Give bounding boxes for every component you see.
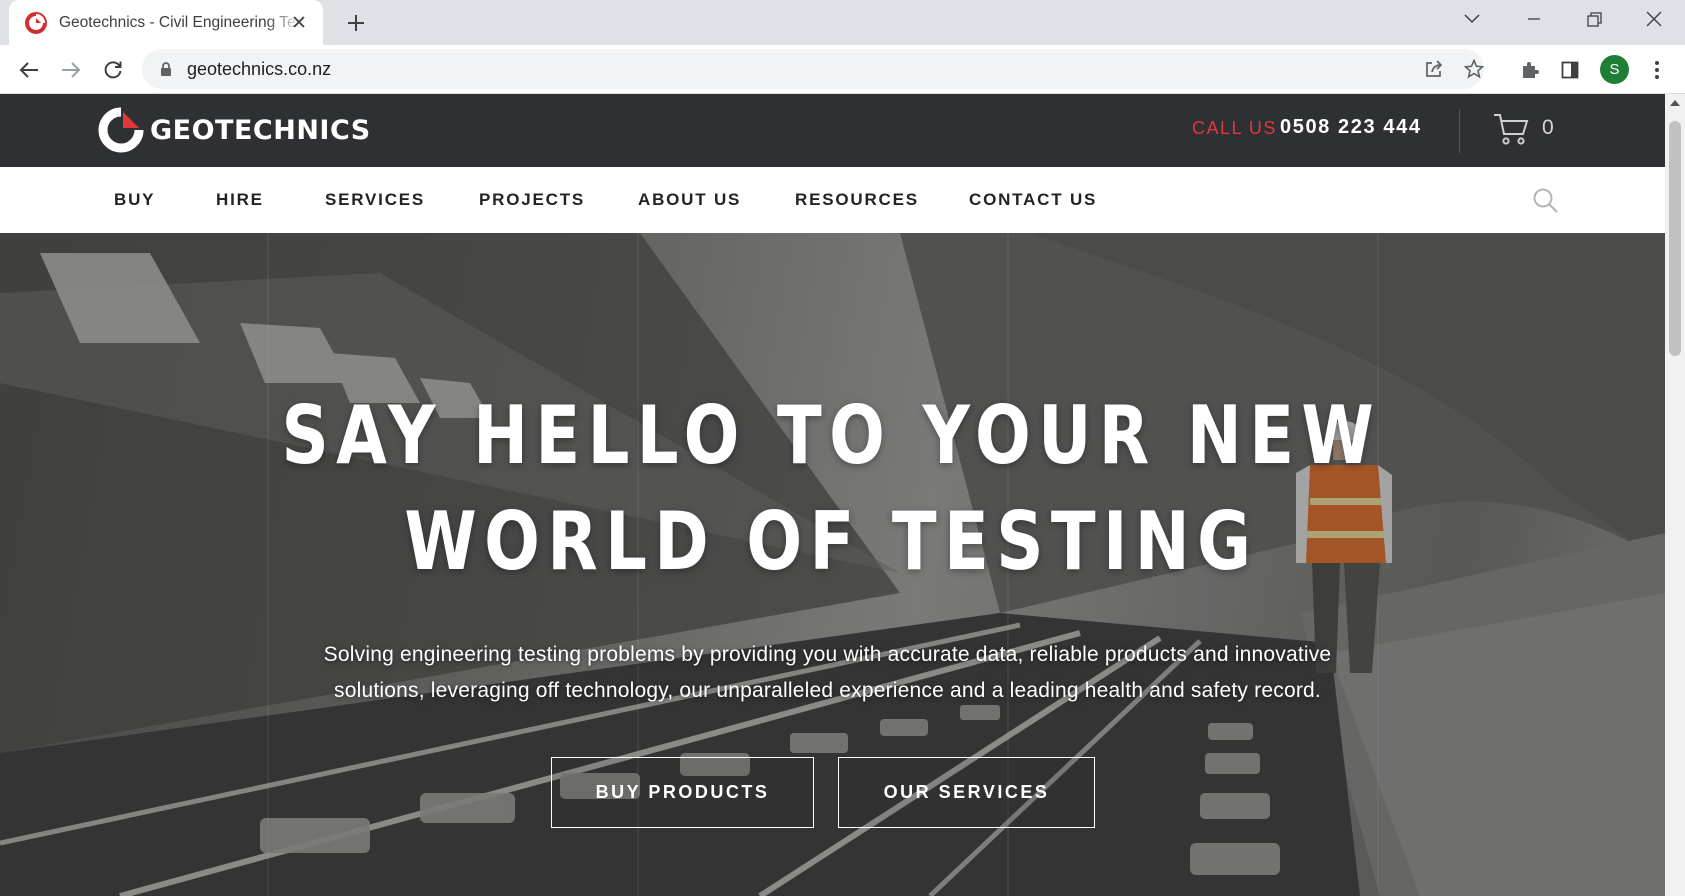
url-text[interactable]: geotechnics.co.nz [187, 59, 331, 80]
site-logo[interactable]: GEOTECHNICS [98, 106, 371, 154]
side-panel-icon[interactable] [1555, 55, 1585, 85]
search-icon[interactable] [1532, 187, 1559, 214]
nav-item-hire[interactable]: HIRE [216, 190, 264, 210]
cart-count[interactable]: 0 [1542, 116, 1554, 140]
hero-subtitle-line-1: Solving engineering testing problems by … [323, 643, 1332, 666]
puzzle-icon[interactable] [1515, 55, 1545, 85]
hero-title: SAY HELLO TO YOUR NEW WORLD OF TESTING [149, 383, 1514, 595]
forward-arrow-icon[interactable] [56, 55, 86, 85]
nav-item-contact-us[interactable]: CONTACT US [969, 190, 1097, 210]
back-arrow-icon[interactable] [14, 55, 44, 85]
chevron-down-icon[interactable] [1456, 6, 1488, 32]
tab-title: Geotechnics - Civil Engineering Testing [59, 13, 303, 31]
address-bar[interactable]: geotechnics.co.nz [142, 49, 1484, 89]
cart-icon[interactable] [1493, 112, 1529, 146]
browser-toolbar: geotechnics.co.nz S [0, 45, 1685, 94]
nav-item-resources[interactable]: RESOURCES [795, 190, 919, 210]
page-viewport: GEOTECHNICS CALL US 0508 223 444 0 BUY H… [0, 94, 1665, 896]
main-nav: BUY HIRE SERVICES PROJECTS ABOUT US RESO… [0, 167, 1665, 233]
nav-item-services[interactable]: SERVICES [325, 190, 425, 210]
page-scrollbar[interactable] [1665, 94, 1685, 896]
our-services-button[interactable]: OUR SERVICES [838, 757, 1095, 828]
hero-title-line-1: SAY HELLO TO YOUR NEW [281, 389, 1382, 482]
nav-item-buy[interactable]: BUY [114, 190, 155, 210]
hero-banner: SAY HELLO TO YOUR NEW WORLD OF TESTING S… [0, 233, 1665, 896]
buy-products-button[interactable]: BUY PRODUCTS [551, 757, 814, 828]
lock-icon [161, 62, 171, 76]
close-window-icon[interactable] [1638, 6, 1670, 32]
hero-title-line-2: WORLD OF TESTING [404, 495, 1259, 588]
phone-number[interactable]: 0508 223 444 [1280, 116, 1422, 139]
browser-tab[interactable]: Geotechnics - Civil Engineering Testing [9, 0, 323, 45]
minimize-icon[interactable] [1518, 6, 1550, 32]
restore-icon[interactable] [1578, 6, 1610, 32]
browser-tabstrip: Geotechnics - Civil Engineering Testing [0, 0, 1685, 45]
close-icon[interactable] [289, 12, 309, 32]
call-us-label: CALL US [1192, 118, 1277, 138]
header-divider [1459, 109, 1460, 153]
star-icon[interactable] [1462, 57, 1486, 81]
scroll-up-arrow-icon[interactable] [1665, 94, 1685, 111]
kebab-menu-icon[interactable] [1642, 55, 1672, 85]
logo-mark-icon [98, 107, 144, 153]
hero-subtitle-line-2: solutions, leveraging off technology, ou… [334, 679, 1321, 702]
plus-icon[interactable] [343, 10, 369, 36]
favicon [25, 11, 47, 34]
site-header: GEOTECHNICS CALL US 0508 223 444 0 [0, 94, 1665, 167]
profile-avatar[interactable]: S [1600, 55, 1629, 84]
nav-item-projects[interactable]: PROJECTS [479, 190, 585, 210]
nav-item-about-us[interactable]: ABOUT US [638, 190, 741, 210]
hero-subtitle: Solving engineering testing problems by … [250, 637, 1405, 709]
share-icon[interactable] [1422, 57, 1446, 81]
reload-icon[interactable] [98, 55, 128, 85]
scrollbar-thumb[interactable] [1669, 121, 1681, 356]
logo-text: GEOTECHNICS [150, 114, 371, 146]
